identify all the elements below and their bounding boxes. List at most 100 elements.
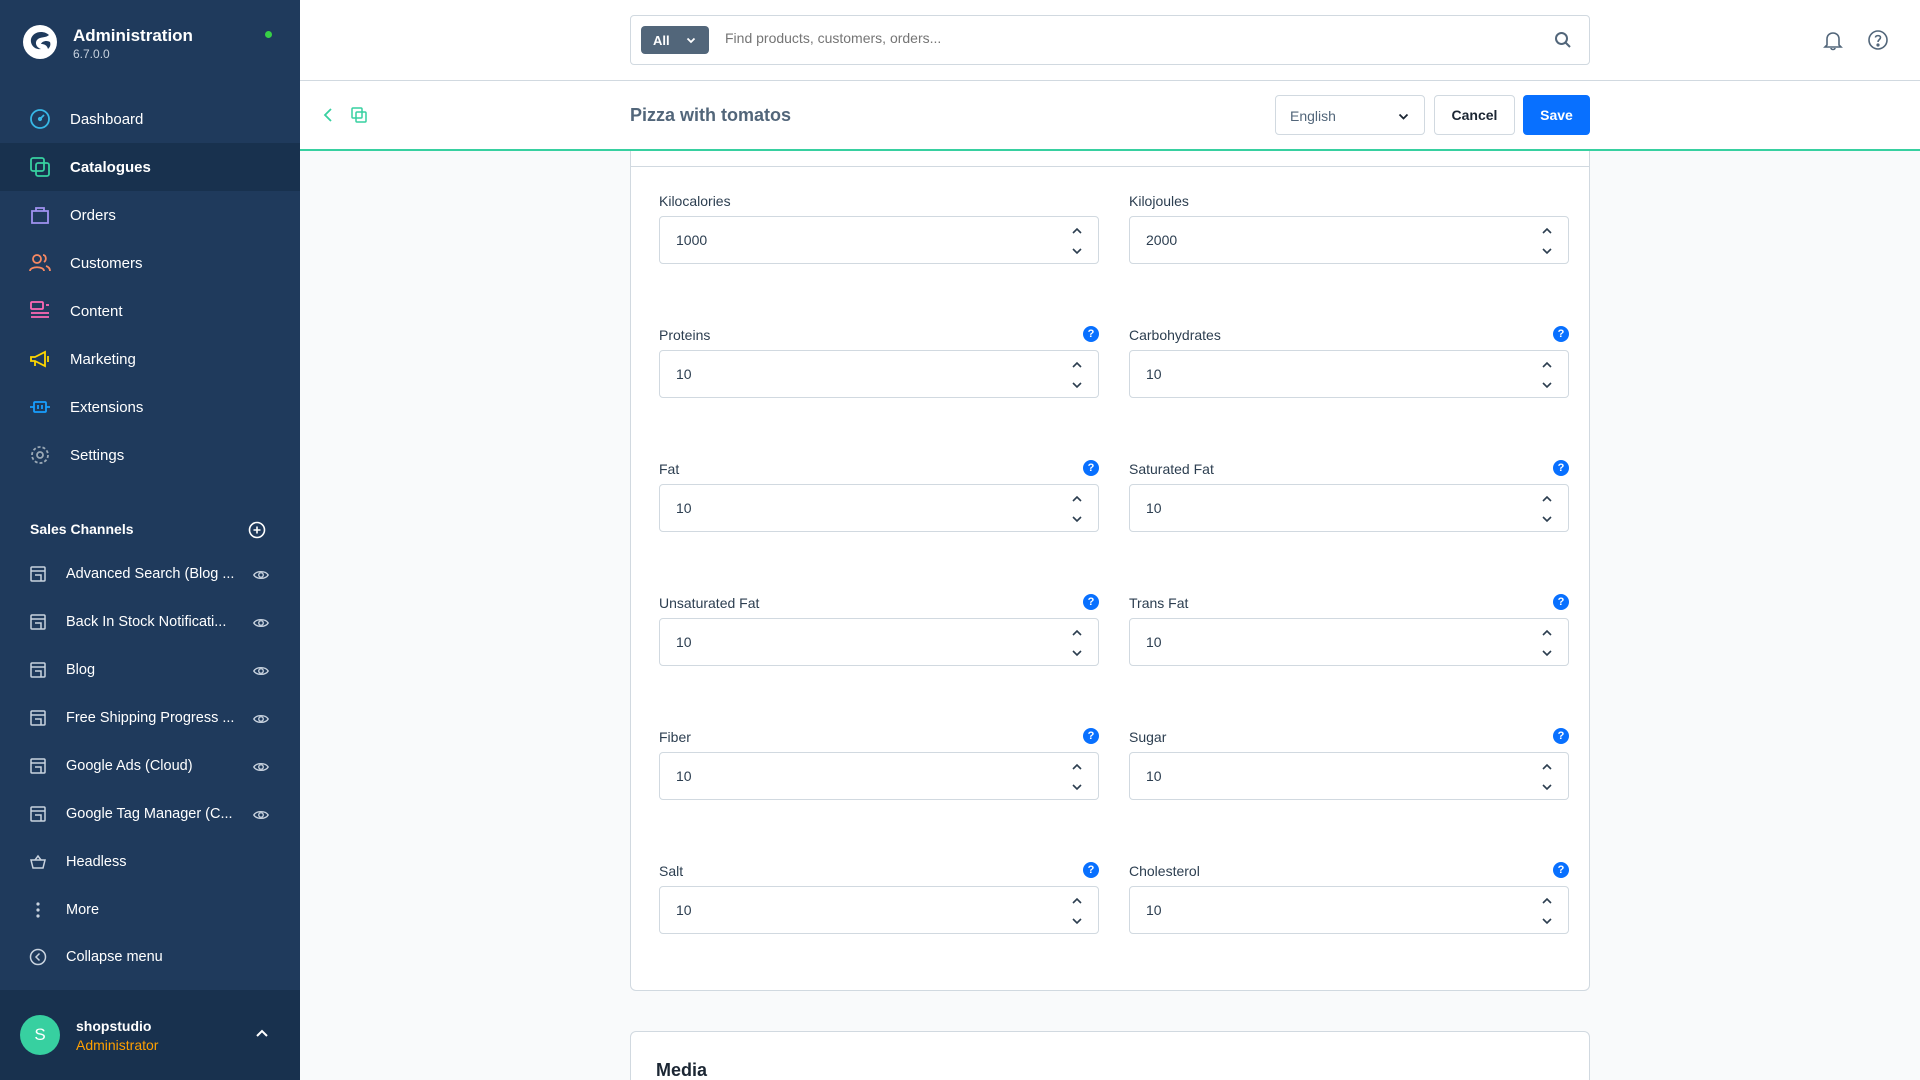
sales-channel-item[interactable]: Google Tag Manager (C... [0,791,300,839]
salt-input[interactable] [676,902,1056,918]
save-button[interactable]: Save [1523,95,1590,135]
fat-input[interactable] [676,500,1056,516]
nav-item-extensions[interactable]: Extensions [0,383,300,431]
chevron-up-icon[interactable] [1070,358,1084,372]
back-arrow-icon[interactable] [320,106,338,124]
chevron-down-icon[interactable] [1070,512,1084,526]
brand-version: 6.7.0.0 [73,47,110,61]
nav-item-dashboard[interactable]: Dashboard [0,95,300,143]
fiber-input-wrap [659,752,1099,800]
nav-label: Customers [70,254,143,272]
kilocalories-input[interactable] [676,232,1056,248]
chevron-down-icon[interactable] [1540,244,1554,258]
unsaturated-fat-input[interactable] [676,634,1056,650]
chevron-down-icon[interactable] [1540,646,1554,660]
sales-channel-item[interactable]: Blog [0,647,300,695]
chevron-up-icon[interactable] [1070,626,1084,640]
chevron-up-icon[interactable] [1070,224,1084,238]
help-icon[interactable]: ? [1553,460,1569,476]
kilojoules-input[interactable] [1146,232,1526,248]
saturated-fat-input[interactable] [1146,500,1526,516]
chevron-down-icon[interactable] [1070,646,1084,660]
help-icon[interactable] [1867,29,1889,51]
collapse-menu-button[interactable]: Collapse menu [0,934,300,982]
eye-icon[interactable] [252,662,270,680]
chevron-down-icon[interactable] [1540,914,1554,928]
cholesterol-input[interactable] [1146,902,1526,918]
chevron-up-icon[interactable] [1070,894,1084,908]
nav-label: Extensions [70,398,144,416]
carbohydrates-input-wrap [1129,350,1569,398]
field-label: Saturated Fat [1129,461,1214,477]
nutrition-card [630,151,1590,991]
chevron-up-icon[interactable] [1070,760,1084,774]
help-icon[interactable]: ? [1553,326,1569,342]
eye-icon[interactable] [252,758,270,776]
help-icon[interactable]: ? [1083,594,1099,610]
help-icon[interactable]: ? [1083,460,1099,476]
fat-input-wrap [659,484,1099,532]
chevron-up-icon[interactable] [1540,358,1554,372]
field-label: Fiber [659,729,691,745]
nav-item-settings[interactable]: Settings [0,431,300,479]
chevron-up-icon[interactable] [254,1026,270,1042]
nav-item-orders[interactable]: Orders [0,191,300,239]
chevron-up-icon[interactable] [1070,492,1084,506]
nav-item-catalogues[interactable]: Catalogues [0,143,300,191]
sales-channel-item[interactable]: Google Ads (Cloud) [0,743,300,791]
bell-icon[interactable] [1822,29,1844,51]
trans-fat-input[interactable] [1146,634,1526,650]
chevron-down-icon[interactable] [1070,244,1084,258]
chevron-up-icon[interactable] [1540,492,1554,506]
nav-item-customers[interactable]: Customers [0,239,300,287]
chevron-down-icon[interactable] [1070,378,1084,392]
copy-icon[interactable] [350,106,368,124]
chevron-up-icon[interactable] [1540,894,1554,908]
sugar-input[interactable] [1146,768,1526,784]
brand: Administration 6.7.0.0 [0,0,300,90]
unsaturated-fat-input-wrap [659,618,1099,666]
eye-icon[interactable] [252,806,270,824]
chevron-up-icon[interactable] [1540,224,1554,238]
eye-icon[interactable] [252,566,270,584]
settings-icon [31,446,49,464]
search-type-select[interactable]: All [641,26,709,54]
chevron-down-icon[interactable] [1070,914,1084,928]
help-icon[interactable]: ? [1553,728,1569,744]
help-icon[interactable]: ? [1553,594,1569,610]
nav-item-marketing[interactable]: Marketing [0,335,300,383]
sales-channel-item[interactable]: Advanced Search (Blog ... [0,551,300,599]
shopware-logo-icon[interactable] [22,24,58,60]
chevron-down-icon[interactable] [1540,512,1554,526]
chevron-down-icon[interactable] [1540,780,1554,794]
user-profile[interactable]: S shopstudio Administrator [0,990,300,1080]
carbohydrates-input[interactable] [1146,366,1526,382]
chevron-down-icon[interactable] [1540,378,1554,392]
cancel-button[interactable]: Cancel [1434,95,1515,135]
field-label: Kilojoules [1129,193,1189,209]
help-icon[interactable]: ? [1083,326,1099,342]
collapse-label: Collapse menu [66,949,163,965]
help-icon[interactable]: ? [1083,728,1099,744]
field-label: Proteins [659,327,711,343]
sales-channel-item[interactable]: Free Shipping Progress ... [0,695,300,743]
chevron-down-icon [1398,113,1409,120]
chevron-up-icon[interactable] [1540,626,1554,640]
more-button[interactable]: More [0,887,300,935]
help-icon[interactable]: ? [1553,862,1569,878]
eye-icon[interactable] [252,710,270,728]
page-title: Pizza with tomatos [630,105,792,125]
nav-item-content[interactable]: Content [0,287,300,335]
sales-channel-item[interactable]: Back In Stock Notificati... [0,599,300,647]
search-icon[interactable] [1553,30,1573,50]
help-icon[interactable]: ? [1083,862,1099,878]
language-switch[interactable]: English [1275,95,1425,135]
chevron-up-icon[interactable] [1540,760,1554,774]
chevron-down-icon[interactable] [1070,780,1084,794]
eye-icon[interactable] [252,614,270,632]
proteins-input[interactable] [676,366,1056,382]
search-input[interactable] [725,30,1525,46]
add-sales-channel-icon[interactable] [247,520,267,540]
sales-channel-item[interactable]: Headless [0,839,300,887]
fiber-input[interactable] [676,768,1056,784]
